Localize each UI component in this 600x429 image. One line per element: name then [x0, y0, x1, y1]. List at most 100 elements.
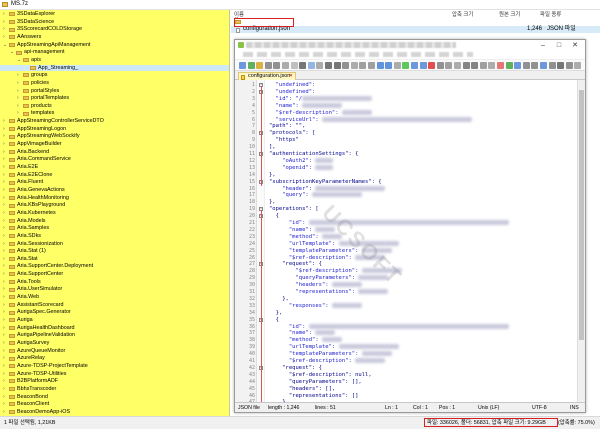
chevron-right-icon[interactable]: ›	[3, 256, 7, 262]
chevron-down-icon[interactable]: ⌄	[17, 57, 21, 63]
chevron-right-icon[interactable]: ›	[3, 248, 7, 254]
tree-item[interactable]: › products	[0, 103, 229, 110]
tab-configuration-json[interactable]: configuration.json ✕	[238, 72, 296, 80]
chevron-right-icon[interactable]: ›	[3, 332, 7, 338]
tree-item[interactable]: › Aria.SupportCenter.Deployment	[0, 263, 229, 270]
toolbar-icon[interactable]	[454, 62, 461, 69]
toolbar-icon[interactable]	[239, 62, 246, 69]
chevron-right-icon[interactable]: ›	[3, 325, 7, 331]
tree-item[interactable]: › Aria.Kubernetes	[0, 210, 229, 217]
tree-item[interactable]: › Aria.GenevaActions	[0, 187, 229, 194]
chevron-right-icon[interactable]: ›	[17, 88, 21, 94]
toolbar-icon[interactable]	[350, 62, 358, 69]
chevron-right-icon[interactable]: ›	[3, 348, 7, 354]
tree-item[interactable]: › AppStreamingWebSockify	[0, 133, 229, 140]
chevron-right-icon[interactable]: ›	[3, 378, 7, 384]
chevron-right-icon[interactable]: ›	[3, 141, 7, 147]
toolbar-icon[interactable]	[376, 62, 384, 69]
toolbar-icon[interactable]	[505, 62, 513, 69]
toolbar-icon[interactable]	[488, 62, 496, 69]
maximize-button[interactable]: □	[553, 41, 565, 50]
tree-item[interactable]: › AssistantScorecard	[0, 302, 229, 309]
tree-item[interactable]: › Azure-TDSP-ProjectTemplate	[0, 363, 229, 370]
chevron-right-icon[interactable]: ›	[3, 355, 7, 361]
tree-item[interactable]: › AppStreamingLogon	[0, 126, 229, 133]
chevron-right-icon[interactable]: ›	[3, 409, 7, 415]
tree-item[interactable]: › B2BPlatformADF	[0, 378, 229, 385]
tree-item[interactable]: › Aria.Sessionization	[0, 241, 229, 248]
vertical-scrollbar[interactable]	[577, 80, 585, 402]
toolbar-icon[interactable]	[247, 62, 255, 69]
chevron-right-icon[interactable]: ›	[17, 103, 21, 109]
tree-item[interactable]: ⌄ AppStreamingApiManagement	[0, 42, 229, 49]
tree-item[interactable]: › Aria.Fluent	[0, 179, 229, 186]
chevron-right-icon[interactable]: ›	[3, 118, 7, 124]
chevron-right-icon[interactable]: ›	[3, 179, 7, 185]
toolbar-icon[interactable]	[445, 62, 453, 69]
chevron-right-icon[interactable]: ›	[3, 164, 7, 170]
tree-item[interactable]: › Aria.Samples	[0, 225, 229, 232]
tree-item[interactable]: › BeaconBond	[0, 394, 229, 401]
chevron-right-icon[interactable]: ›	[3, 386, 7, 392]
chevron-right-icon[interactable]: ›	[3, 133, 7, 139]
chevron-right-icon[interactable]: ›	[3, 302, 7, 308]
close-tab-icon[interactable]: ✕	[289, 73, 293, 80]
toolbar-icon[interactable]	[290, 62, 298, 69]
chevron-right-icon[interactable]: ›	[3, 126, 7, 132]
chevron-right-icon[interactable]: ›	[3, 218, 7, 224]
column-header-original-size[interactable]: 원본 크기	[499, 10, 520, 18]
toolbar-icon[interactable]	[471, 62, 479, 69]
toolbar-icon[interactable]	[325, 62, 332, 69]
toolbar-icon[interactable]	[316, 62, 324, 69]
tree-item[interactable]: › 3SDataScience	[0, 19, 229, 26]
close-button[interactable]: ✕	[569, 41, 581, 50]
tree-item[interactable]: › Aria.Backend	[0, 149, 229, 156]
tree-item[interactable]: › BeaconClient	[0, 401, 229, 408]
toolbar-icon[interactable]	[462, 62, 470, 69]
toolbar-icon[interactable]	[264, 62, 272, 69]
folder-tree[interactable]: › 3SDataExplorer › 3SDataScience › 3SScorecar…	[0, 10, 230, 416]
column-header-packed-size[interactable]: 압축 크기	[452, 10, 473, 18]
json-editor-window[interactable]: – □ ✕ configuration.json ✕ 1 2 3 4 5 6 7 8 9 10 11…	[234, 39, 586, 413]
toolbar-icon[interactable]	[514, 62, 522, 69]
chevron-right-icon[interactable]: ›	[3, 156, 7, 162]
tree-item[interactable]: › 3SScorecardCOLDStorage	[0, 26, 229, 33]
chevron-right-icon[interactable]: ›	[17, 72, 21, 78]
tree-item[interactable]: ⌄ apis	[0, 57, 229, 64]
toolbar-icon[interactable]	[256, 62, 264, 69]
file-row[interactable]: configuration.json 1,246 JSON 파일	[231, 26, 600, 33]
chevron-right-icon[interactable]: ›	[3, 172, 7, 178]
tree-item[interactable]: › Aria.SDks	[0, 233, 229, 240]
toolbar-icon[interactable]	[411, 62, 418, 69]
chevron-right-icon[interactable]: ›	[3, 26, 7, 32]
toolbar-icon[interactable]	[531, 62, 539, 69]
tree-item[interactable]: App_Streaming_	[0, 64, 229, 72]
chevron-right-icon[interactable]: ›	[17, 110, 21, 116]
chevron-right-icon[interactable]: ›	[17, 95, 21, 101]
toolbar-icon[interactable]	[393, 62, 401, 69]
chevron-right-icon[interactable]: ›	[3, 241, 7, 247]
chevron-right-icon[interactable]: ›	[3, 294, 7, 300]
tree-item[interactable]: › BbhsTranscoder	[0, 386, 229, 393]
tree-item[interactable]: › templates	[0, 110, 229, 117]
tree-item[interactable]: › AurigaSurvey	[0, 340, 229, 347]
toolbar-icon[interactable]	[299, 62, 307, 69]
tree-item[interactable]: › Aria.Stat	[0, 256, 229, 263]
chevron-right-icon[interactable]: ›	[3, 263, 7, 269]
tree-item[interactable]: › Aria.KBsPlayground	[0, 202, 229, 209]
chevron-right-icon[interactable]: ›	[3, 401, 7, 407]
chevron-right-icon[interactable]: ›	[3, 340, 7, 346]
chevron-right-icon[interactable]: ›	[17, 80, 21, 86]
tree-item[interactable]: › AppVimageBuilder	[0, 141, 229, 148]
tree-item[interactable]: › AzureRelay	[0, 355, 229, 362]
tree-item[interactable]: › AurigaPipelineValidation	[0, 332, 229, 339]
tree-item[interactable]: › Aria.Web	[0, 294, 229, 301]
chevron-right-icon[interactable]: ›	[3, 317, 7, 323]
tree-item[interactable]: › Azure-TDSP-Utilities	[0, 371, 229, 378]
chevron-right-icon[interactable]: ›	[3, 271, 7, 277]
chevron-right-icon[interactable]: ›	[3, 210, 7, 216]
tree-item[interactable]: › Aria.Stat (1)	[0, 248, 229, 255]
toolbar-icon[interactable]	[385, 62, 393, 69]
toolbar-icon[interactable]	[402, 62, 410, 69]
toolbar-icon[interactable]	[359, 62, 367, 69]
